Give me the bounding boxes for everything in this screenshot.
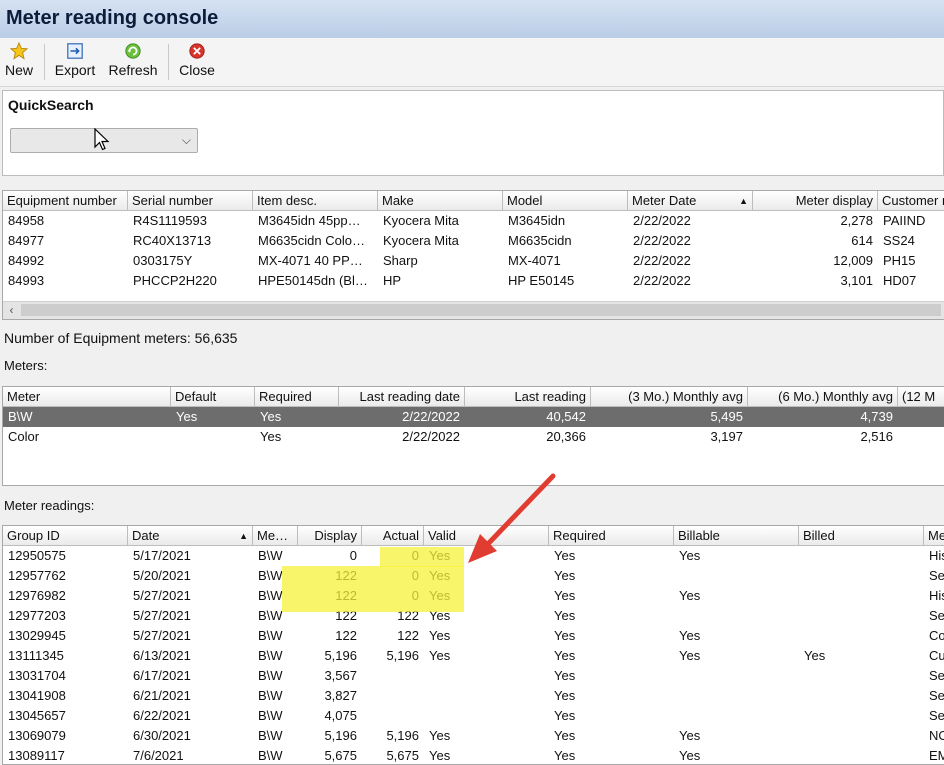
arrow-annotation-icon: [468, 473, 556, 563]
